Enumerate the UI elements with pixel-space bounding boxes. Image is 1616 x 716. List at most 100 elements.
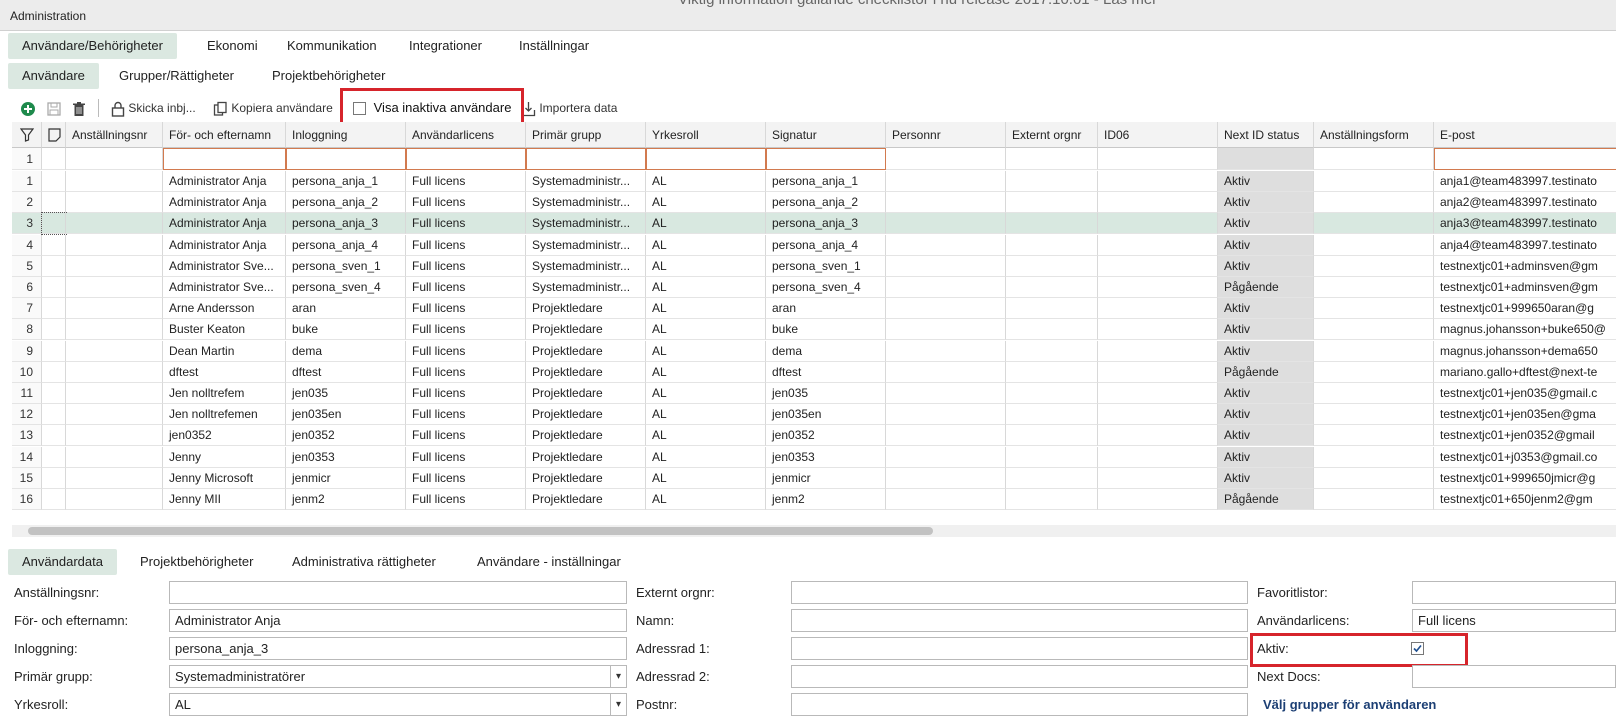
delete-button[interactable] (71, 97, 87, 119)
col-licens[interactable]: Användarlicens (406, 122, 526, 148)
cell-login[interactable]: persona_anja_1 (286, 171, 406, 192)
cell-login[interactable]: persona_anja_2 (286, 192, 406, 214)
cell-role[interactable]: AL (646, 425, 766, 447)
col-yrkesroll[interactable]: Yrkesroll (646, 122, 766, 148)
cell-empty[interactable] (66, 192, 163, 214)
cell-email[interactable]: mariano.gallo+dftest@next-te (1434, 362, 1616, 383)
cell-empty[interactable] (1006, 404, 1098, 426)
cell-license[interactable]: Full licens (406, 171, 526, 192)
cell-name[interactable]: Jenny MII (163, 489, 286, 510)
cell-empty[interactable] (886, 319, 1006, 341)
tab-grupper-rattigheter[interactable]: Grupper/Rättigheter (105, 63, 248, 89)
row-edit-cell[interactable] (42, 234, 66, 256)
col-primar-grupp[interactable]: Primär grupp (526, 122, 646, 148)
filter-cell[interactable] (646, 148, 766, 170)
filter-cell[interactable] (1006, 148, 1098, 170)
col-id06[interactable]: ID06 (1098, 122, 1218, 148)
tab-installningar[interactable]: Inställningar (505, 33, 603, 59)
cell-status[interactable]: Aktiv (1218, 425, 1314, 447)
cell-license[interactable]: Full licens (406, 361, 526, 383)
cell-group[interactable]: Systemadministr... (526, 277, 646, 298)
tab-anvandare-installningar[interactable]: Användare - inställningar (463, 549, 635, 575)
cell-empty[interactable] (1314, 298, 1434, 320)
cell-sign[interactable]: dftest (766, 361, 886, 383)
tab-integrationer[interactable]: Integrationer (395, 33, 496, 59)
cell-email[interactable]: anja1@team483997.testinato (1434, 171, 1616, 192)
row-number[interactable]: 8 (12, 319, 42, 341)
row-number[interactable]: 15 (12, 467, 42, 489)
cell-status[interactable]: Aktiv (1218, 298, 1314, 320)
row-edit-cell[interactable] (42, 489, 66, 510)
cell-empty[interactable] (1314, 171, 1434, 192)
cell-empty[interactable] (886, 467, 1006, 489)
cell-empty[interactable] (886, 446, 1006, 468)
col-anstallningsform[interactable]: Anställningsform (1314, 122, 1434, 148)
cell-empty[interactable] (886, 298, 1006, 320)
cell-license[interactable]: Full licens (406, 489, 526, 510)
row-edit-cell[interactable] (42, 404, 66, 426)
cell-role[interactable]: AL (646, 361, 766, 383)
row-number[interactable]: 7 (12, 298, 42, 320)
cell-empty[interactable] (1006, 361, 1098, 383)
cell-empty[interactable] (1098, 361, 1218, 383)
row-edit-cell[interactable] (42, 277, 66, 298)
row-number[interactable]: 11 (12, 383, 42, 404)
cell-empty[interactable] (66, 213, 163, 235)
cell-role[interactable]: AL (646, 383, 766, 404)
cell-empty[interactable] (1098, 192, 1218, 214)
cell-license[interactable]: Full licens (406, 383, 526, 404)
cell-license[interactable]: Full licens (406, 467, 526, 489)
cell-empty[interactable] (886, 234, 1006, 256)
col-signatur[interactable]: Signatur (766, 122, 886, 148)
cell-empty[interactable] (66, 383, 163, 404)
cell-empty[interactable] (1098, 446, 1218, 468)
col-inloggning[interactable]: Inloggning (286, 122, 406, 148)
cell-empty[interactable] (66, 446, 163, 468)
employee-no-field[interactable] (169, 581, 627, 604)
tab-kommunikation[interactable]: Kommunikation (273, 33, 391, 59)
cell-license[interactable]: Full licens (406, 340, 526, 362)
cell-empty[interactable] (1006, 489, 1098, 510)
cell-empty[interactable] (1098, 171, 1218, 192)
cell-role[interactable]: AL (646, 234, 766, 256)
cell-login[interactable]: jen035en (286, 404, 406, 426)
license-field[interactable]: Full licens (1412, 609, 1616, 632)
row-edit-cell[interactable] (42, 192, 66, 214)
col-epost[interactable]: E-post (1434, 122, 1616, 148)
cell-empty[interactable] (66, 319, 163, 341)
cell-empty[interactable] (1314, 277, 1434, 298)
cell-empty[interactable] (1314, 383, 1434, 404)
cell-empty[interactable] (66, 425, 163, 447)
cell-name[interactable]: Jenny Microsoft (163, 467, 286, 489)
cell-role[interactable]: AL (646, 277, 766, 298)
cell-role[interactable]: AL (646, 446, 766, 468)
cell-empty[interactable] (886, 383, 1006, 404)
cell-role[interactable]: AL (646, 213, 766, 235)
cell-name[interactable]: Administrator Anja (163, 171, 286, 192)
cell-empty[interactable] (1098, 425, 1218, 447)
cell-login[interactable]: jen0352 (286, 425, 406, 447)
cell-role[interactable]: AL (646, 192, 766, 214)
filter-cell[interactable] (886, 148, 1006, 170)
tab-anvandare-behorigheter[interactable]: Användare/Behörigheter (8, 33, 177, 59)
tab-detail-projektbehorigheter[interactable]: Projektbehörigheter (126, 549, 267, 575)
row-edit-cell[interactable] (42, 171, 66, 192)
cell-empty[interactable] (886, 425, 1006, 447)
save-button[interactable] (46, 97, 62, 119)
cell-name[interactable]: Administrator Sve... (163, 277, 286, 298)
filter-icon-button[interactable] (12, 122, 42, 148)
cell-status[interactable]: Aktiv (1218, 234, 1314, 256)
row-number[interactable]: 16 (12, 489, 42, 510)
cell-empty[interactable] (1314, 489, 1434, 510)
col-namn[interactable]: För- och efternamn (163, 122, 286, 148)
cell-group[interactable]: Projektledare (526, 319, 646, 341)
cell-login[interactable]: persona_sven_1 (286, 255, 406, 277)
cell-license[interactable]: Full licens (406, 192, 526, 214)
filter-cell[interactable] (286, 148, 406, 170)
cell-group[interactable]: Systemadministr... (526, 171, 646, 192)
cell-empty[interactable] (66, 171, 163, 192)
cell-empty[interactable] (886, 277, 1006, 298)
cell-email[interactable]: testnextjc01+999650jmicr@g (1434, 468, 1616, 489)
row-edit-cell[interactable] (42, 467, 66, 489)
cell-login[interactable]: dema (286, 340, 406, 362)
